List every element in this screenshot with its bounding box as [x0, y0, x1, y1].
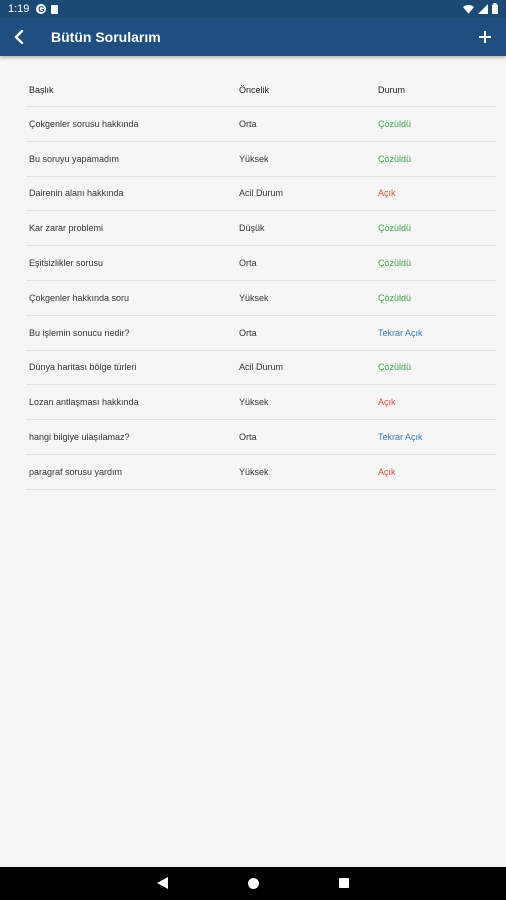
row-priority: Yüksek [239, 292, 269, 303]
table-row[interactable]: Bu soruyu yapamadım Yüksek Çözüldü [26, 142, 496, 177]
row-status: Çözüldü [378, 223, 412, 234]
signal-icon [478, 3, 488, 14]
table-row[interactable]: Çokgenler hakkında soru Yüksek Çözüldü [26, 281, 496, 316]
wifi-icon [463, 4, 474, 14]
battery-icon [492, 3, 498, 14]
row-priority: Orta [239, 327, 257, 338]
table-row[interactable]: Kar zarar problemi Düşük Çözüldü [26, 211, 496, 247]
header-status: Durum [378, 84, 406, 95]
row-status: Çözüldü [378, 118, 412, 129]
row-priority: Yüksek [239, 397, 269, 408]
row-status: Çözüldü [378, 258, 412, 269]
sd-card-icon [51, 4, 59, 14]
row-status: Çözüldü [378, 362, 412, 373]
status-time: 1:19 [8, 3, 30, 15]
nav-back-icon[interactable] [157, 877, 168, 889]
row-status: Tekrar Açık [378, 432, 423, 443]
row-title: Dünya haritası bölge türleri [29, 362, 137, 373]
table-row[interactable]: hangi bilgiye ulaşılamaz? Orta Tekrar Açık [26, 420, 496, 455]
row-priority: Acil Durum [239, 188, 284, 199]
row-title: Çokgenler hakkında soru [29, 292, 130, 303]
status-bar: 1:19 G [0, 0, 506, 18]
row-title: Bu işlemin sonucu nedir? [29, 327, 130, 338]
row-title: hangi bilgiye ulaşılamaz? [29, 432, 130, 443]
row-status: Açık [378, 397, 396, 408]
nav-recents-icon[interactable] [339, 878, 349, 888]
row-title: Çokgenler sorusu hakkında [29, 118, 139, 129]
row-status: Çözüldü [378, 292, 412, 303]
row-status: Açık [378, 188, 396, 199]
table-row[interactable]: Lozan antlaşması hakkında Yüksek Açık [26, 385, 496, 421]
table-row[interactable]: paragraf sorusu yardım Yüksek Açık [26, 455, 496, 490]
add-question-button[interactable] [474, 26, 496, 48]
questions-table: Başlık Öncelik Durum Çokgenler sorusu ha… [26, 73, 496, 490]
row-status: Çözüldü [378, 153, 412, 164]
table-row[interactable]: Dünya haritası bölge türleri Acil Durum Çö… [26, 351, 496, 386]
google-icon: G [36, 4, 47, 14]
row-priority: Acil Durum [239, 362, 284, 373]
row-priority: Yüksek [239, 153, 269, 164]
row-priority: Düşük [239, 223, 265, 234]
arrow-back-icon [14, 30, 24, 44]
table-row[interactable]: Dairenin alanı hakkında Acil Durum Açık [26, 177, 496, 212]
row-title: Eşitsizlikler sorusu [29, 258, 104, 269]
row-priority: Orta [239, 118, 257, 129]
plus-icon [479, 31, 491, 43]
row-title: Dairenin alanı hakkında [29, 188, 124, 199]
row-title: Lozan antlaşması hakkında [29, 397, 139, 408]
nav-home-icon[interactable] [248, 878, 259, 889]
row-status: Tekrar Açık [378, 327, 423, 338]
row-status: Açık [378, 466, 396, 477]
row-priority: Orta [239, 432, 257, 443]
header-priority: Öncelik [239, 84, 270, 95]
table-header: Başlık Öncelik Durum [26, 73, 496, 107]
navigation-bar [0, 867, 506, 900]
back-button[interactable] [8, 26, 30, 48]
row-title: Bu soruyu yapamadım [29, 153, 120, 164]
table-row[interactable]: Çokgenler sorusu hakkında Orta Çözüldü [26, 107, 496, 142]
row-priority: Orta [239, 258, 257, 269]
app-bar: Bütün Sorularım [0, 18, 506, 56]
header-title: Başlık [29, 84, 54, 95]
table-row[interactable]: Eşitsizlikler sorusu Orta Çözüldü [26, 246, 496, 281]
table-row[interactable]: Bu işlemin sonucu nedir? Orta Tekrar Açık [26, 316, 496, 351]
row-title: Kar zarar problemi [29, 223, 104, 234]
row-priority: Yüksek [239, 466, 269, 477]
page-title: Bütün Sorularım [51, 29, 161, 45]
row-title: paragraf sorusu yardım [29, 466, 123, 477]
